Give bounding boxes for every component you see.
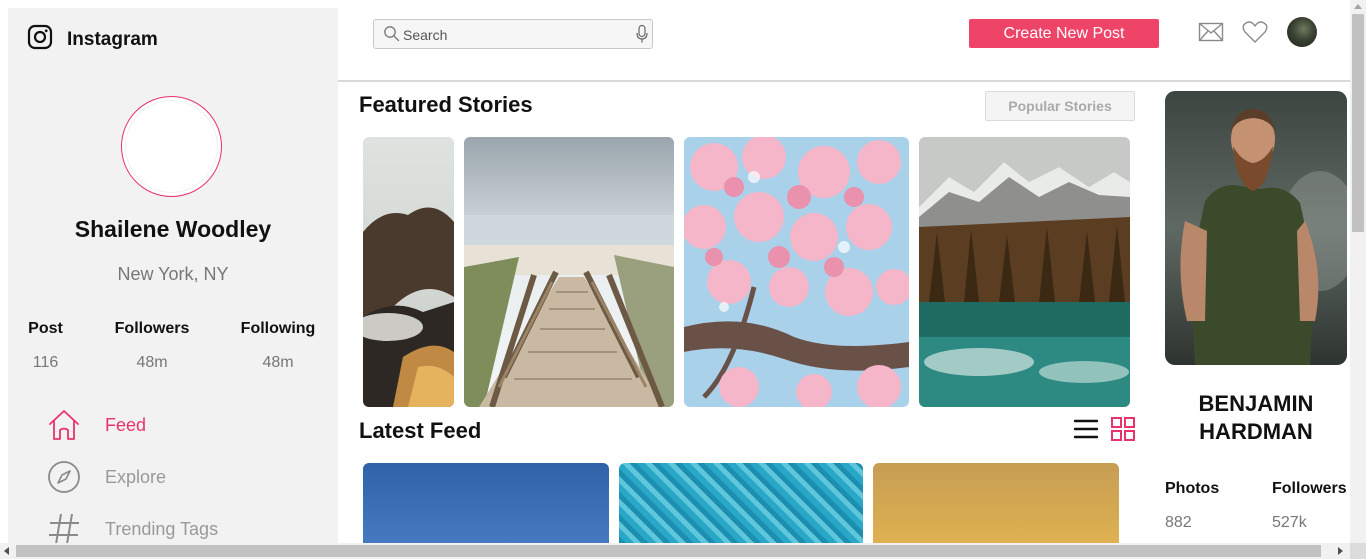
featured-stat-label: Photos [1165,480,1220,497]
stat-followers: Followers 48m [112,320,192,372]
profile-location: New York, NY [117,264,229,284]
instagram-icon [27,24,53,55]
nav-item-trending-tags[interactable]: Trending Tags [46,511,218,544]
home-icon [46,407,82,443]
vertical-scrollbar[interactable] [1350,0,1366,543]
search-box[interactable] [373,19,653,49]
profile-sidebar: Instagram Shailene Woodley New York, NY … [8,8,338,544]
hashtag-icon [46,511,82,544]
story-card[interactable] [919,137,1130,407]
featured-user-last-name: HARDMAN [1199,419,1313,444]
search-input[interactable] [403,25,623,45]
stat-label: Followers [114,320,190,337]
horizontal-scrollbar[interactable] [0,543,1366,559]
scroll-right-arrow-icon[interactable] [1338,547,1343,555]
vertical-scroll-thumb[interactable] [1352,14,1364,232]
story-card[interactable] [464,137,674,407]
stat-value: 48m [262,354,294,371]
stat-following: Following 48m [238,320,318,372]
popular-stories-button[interactable]: Popular Stories [985,91,1135,121]
grid-view-icon[interactable] [1110,416,1136,447]
app-root: Instagram Shailene Woodley New York, NY … [0,0,1366,559]
create-post-button[interactable]: Create New Post [969,19,1159,48]
scroll-left-arrow-icon[interactable] [4,547,9,555]
featured-stories-title: Featured Stories [359,92,533,117]
featured-stat-label: Followers [1272,480,1347,497]
scroll-up-arrow-icon[interactable] [1354,4,1362,9]
story-card[interactable] [684,137,909,407]
nav-label: Trending Tags [105,518,219,539]
stat-label: Following [240,320,316,337]
story-card[interactable] [363,137,454,407]
mail-icon[interactable] [1198,21,1224,48]
list-view-icon[interactable] [1073,416,1099,447]
heart-icon[interactable] [1242,20,1268,49]
stat-label: Post [28,320,63,337]
nav-item-explore[interactable]: Explore [46,459,166,495]
microphone-icon[interactable] [635,24,649,49]
nav-label: Feed [105,414,147,435]
search-icon [383,25,400,47]
featured-stat-value: 527k [1272,514,1307,531]
brand-name: Instagram [67,28,158,50]
horizontal-scroll-thumb[interactable] [16,545,1321,557]
scrollbar-corner [1350,543,1366,559]
featured-stat-value: 882 [1165,514,1192,531]
featured-user-name: BENJAMIN HARDMAN [1165,390,1347,446]
latest-feed-title: Latest Feed [359,418,482,443]
user-avatar[interactable] [1287,17,1317,47]
nav-item-feed[interactable]: Feed [46,407,146,443]
featured-user-photo[interactable] [1165,91,1347,365]
featured-user-first-name: BENJAMIN [1198,391,1314,416]
brand[interactable]: Instagram [27,24,158,55]
stat-value: 48m [136,354,168,371]
profile-avatar[interactable] [121,96,222,197]
profile-name: Shailene Woodley [74,216,272,242]
nav-label: Explore [105,466,167,487]
top-bar: Create New Post [338,0,1350,82]
compass-icon [46,459,82,495]
stat-posts: Post 116 [28,320,63,372]
stat-value: 116 [32,354,59,371]
